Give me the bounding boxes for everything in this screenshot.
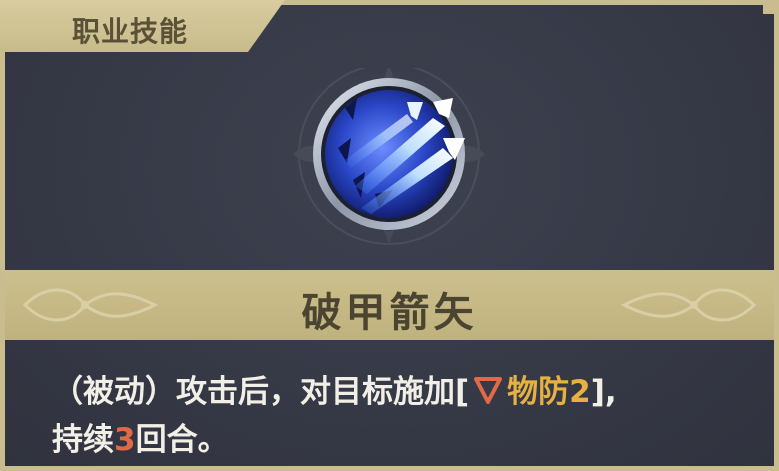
section-tab-label: 职业技能 — [72, 15, 189, 48]
description-line-1: （被动）攻击后，对目标施加[ 物防2], — [52, 368, 752, 416]
skill-icon-frame — [283, 63, 495, 276]
description-suffix: ], — [590, 374, 617, 410]
triangle-down-icon — [474, 377, 503, 404]
debuff-label: 物防2 — [507, 374, 591, 410]
duration-value: 3 — [114, 422, 136, 458]
description-line-2: 持续3回合。 — [52, 416, 752, 464]
description-prefix: （被动）攻击后，对目标施加[ — [52, 374, 470, 410]
skill-name-banner: 破甲箭矢 — [5, 270, 774, 340]
duration-suffix: 回合。 — [135, 422, 229, 458]
skill-description: （被动）攻击后，对目标施加[ 物防2], 持续3回合。 — [52, 368, 752, 464]
piercing-arrow-icon — [293, 63, 485, 245]
ornament-right-icon — [620, 288, 757, 322]
duration-prefix: 持续 — [52, 422, 114, 458]
next-tab-edge — [763, 0, 779, 14]
